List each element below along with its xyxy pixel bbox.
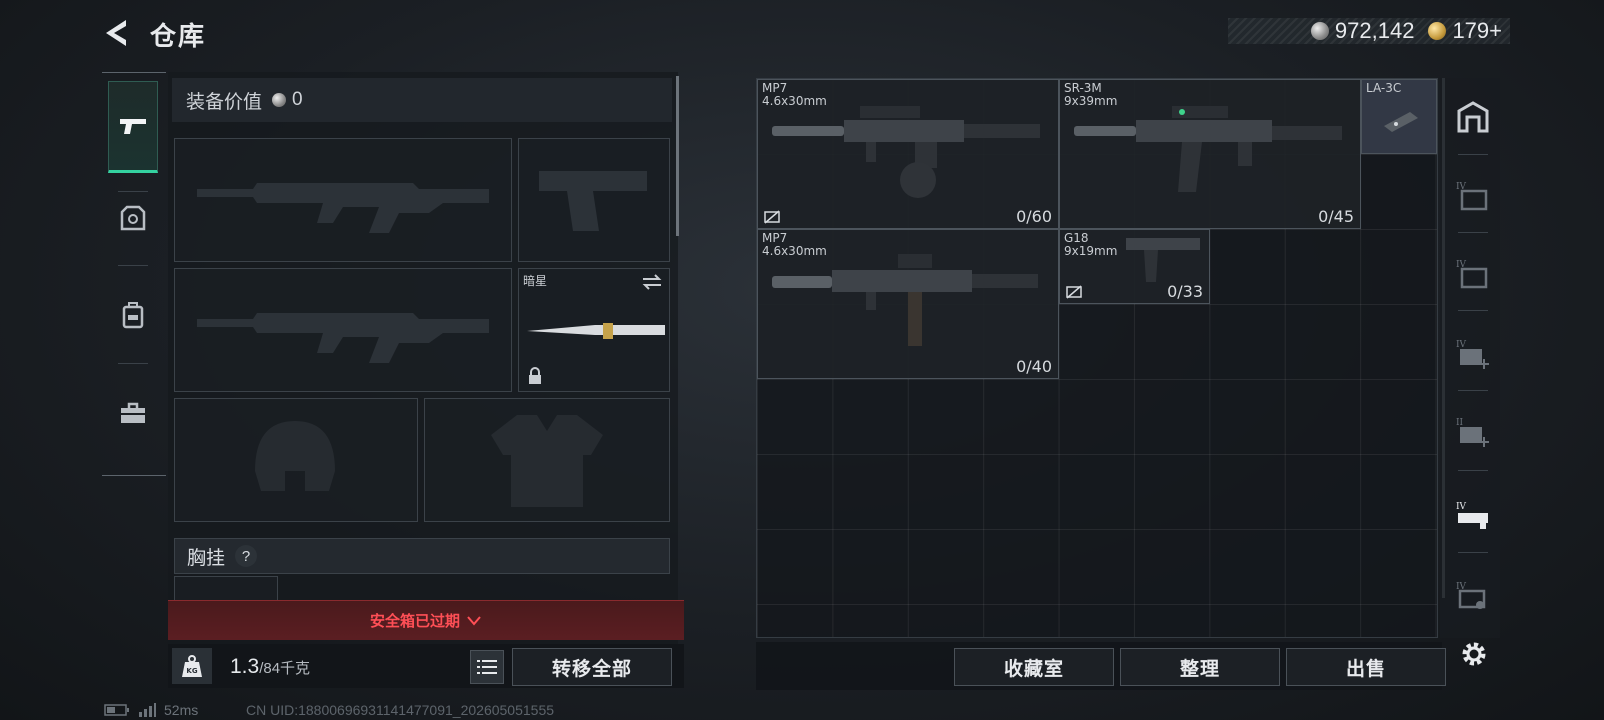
gold-currency[interactable]: 179+ xyxy=(1428,18,1502,44)
mp7-weapon-icon xyxy=(772,106,1040,198)
back-button[interactable] xyxy=(100,16,134,50)
sort-button[interactable]: 整理 xyxy=(1120,648,1280,686)
back-arrow-icon xyxy=(106,20,126,46)
gold-coin-icon xyxy=(1428,22,1447,40)
safe-box-expired-text: 安全箱已过期 xyxy=(369,613,460,630)
weapon-container-icon[interactable]: IV xyxy=(1452,494,1494,536)
pistol-silhouette-icon xyxy=(539,171,647,231)
silver-coin-icon xyxy=(272,93,287,107)
carry-weight: 1.3/84千克 xyxy=(230,655,310,679)
toolbox-icon xyxy=(121,402,145,423)
container-icon[interactable]: IV xyxy=(1452,174,1494,216)
safe-box-expired-banner[interactable]: 安全箱已过期 xyxy=(168,600,684,640)
secondary-weapon-slot[interactable] xyxy=(174,268,512,392)
signal-icon xyxy=(139,703,156,717)
tactical-light-icon xyxy=(1384,112,1418,132)
weight-icon: KG xyxy=(172,648,212,684)
item-name: LA-3C xyxy=(1366,81,1402,95)
currency-bar: 972,142 179+ xyxy=(1228,18,1510,44)
no-insurance-icon xyxy=(764,210,780,224)
melee-slot[interactable]: 暗星 xyxy=(518,268,670,392)
helmet-silhouette-icon xyxy=(255,421,335,491)
user-uid: CN UID:18800696931141477091_202605051555 xyxy=(246,702,555,718)
stash-item-la3c[interactable]: LA-3C xyxy=(1361,79,1437,154)
knife-icon xyxy=(527,323,665,339)
pistol-icon xyxy=(120,119,146,134)
item-ammo-count: 0/33 xyxy=(1167,282,1203,301)
swap-icon[interactable] xyxy=(641,273,663,291)
page-title: 仓库 xyxy=(150,21,207,51)
item-ammo-count: 0/60 xyxy=(1016,207,1052,226)
category-weapons[interactable] xyxy=(108,81,158,173)
rifle-silhouette-icon xyxy=(197,313,489,363)
carry-weight-capacity: /84千克 xyxy=(259,660,311,677)
rifle-silhouette-icon xyxy=(197,183,489,233)
medical-container-icon[interactable]: IV xyxy=(1452,332,1494,374)
stash-grid[interactable]: MP7 4.6x30mm 0/60 SR-3M 9x39mm 0/45 LA-3… xyxy=(756,78,1438,638)
svg-text:KG: KG xyxy=(186,667,197,675)
silver-amount: 972,142 xyxy=(1334,18,1415,43)
gold-amount: 179+ xyxy=(1452,18,1502,43)
chest-rig-slot[interactable]: 胸挂 ? xyxy=(174,538,670,574)
sell-button[interactable]: 出售 xyxy=(1286,648,1446,686)
medical-container-icon[interactable]: II xyxy=(1452,410,1494,452)
g18-pistol-icon xyxy=(1126,238,1200,282)
loadout-scrollbar[interactable] xyxy=(676,76,679,236)
category-backpack[interactable] xyxy=(108,269,158,361)
svg-text:II: II xyxy=(1456,418,1464,428)
item-ammo-count: 0/45 xyxy=(1318,207,1354,226)
stash-item-g18[interactable]: G18 9x19mm 0/33 xyxy=(1059,229,1210,304)
category-toolbox[interactable] xyxy=(108,367,158,459)
chevron-down-icon xyxy=(467,615,481,626)
collection-room-button[interactable]: 收藏室 xyxy=(954,648,1114,686)
battery-icon xyxy=(104,704,129,716)
main-stash-icon[interactable] xyxy=(1452,96,1494,138)
silver-currency[interactable]: 972,142 xyxy=(1310,18,1415,44)
list-icon xyxy=(477,660,497,674)
mp7-weapon-icon xyxy=(772,254,1038,346)
chest-rig-label: 胸挂 xyxy=(187,547,226,569)
svg-text:IV: IV xyxy=(1456,502,1467,512)
armor-icon xyxy=(120,205,146,231)
equipment-value-label: 装备价值 xyxy=(186,91,263,113)
equipment-value-amount: 0 xyxy=(292,89,303,110)
sr3m-weapon-icon xyxy=(1074,106,1342,192)
stash-item-mp7[interactable]: MP7 4.6x30mm 0/40 xyxy=(757,229,1059,379)
ping-value: 52ms xyxy=(164,702,199,718)
backpack-icon xyxy=(122,302,144,329)
chest-rig-item-slot[interactable] xyxy=(174,576,278,600)
lock-icon xyxy=(529,367,541,384)
item-name: G18 9x19mm xyxy=(1064,231,1118,258)
item-ammo-count: 0/40 xyxy=(1016,357,1052,376)
svg-text:IV: IV xyxy=(1456,340,1467,350)
helmet-slot[interactable] xyxy=(174,398,418,522)
stash-item-sr3m[interactable]: SR-3M 9x39mm 0/45 xyxy=(1059,79,1361,229)
category-armor[interactable] xyxy=(108,173,158,265)
melee-name: 暗星 xyxy=(523,274,548,288)
sidearm-slot[interactable] xyxy=(518,138,670,262)
settings-gear-icon[interactable] xyxy=(1458,638,1490,670)
equipment-value: 装备价值 0 xyxy=(172,78,672,122)
category-rail xyxy=(102,72,166,476)
body-armor-slot[interactable] xyxy=(424,398,670,522)
primary-weapon-slot[interactable] xyxy=(174,138,512,262)
transfer-all-button[interactable]: 转移全部 xyxy=(512,648,672,686)
carry-weight-value: 1.3 xyxy=(230,655,260,678)
vest-silhouette-icon xyxy=(491,415,603,507)
no-insurance-icon xyxy=(1066,285,1082,299)
help-icon[interactable]: ? xyxy=(235,545,258,567)
key-container-icon[interactable]: IV xyxy=(1452,574,1494,616)
list-view-button[interactable] xyxy=(470,650,504,684)
status-bar: 52ms xyxy=(104,702,198,718)
container-icon[interactable]: IV xyxy=(1452,252,1494,294)
stash-item-mp7[interactable]: MP7 4.6x30mm 0/60 xyxy=(757,79,1059,229)
silver-coin-icon xyxy=(1310,22,1329,40)
